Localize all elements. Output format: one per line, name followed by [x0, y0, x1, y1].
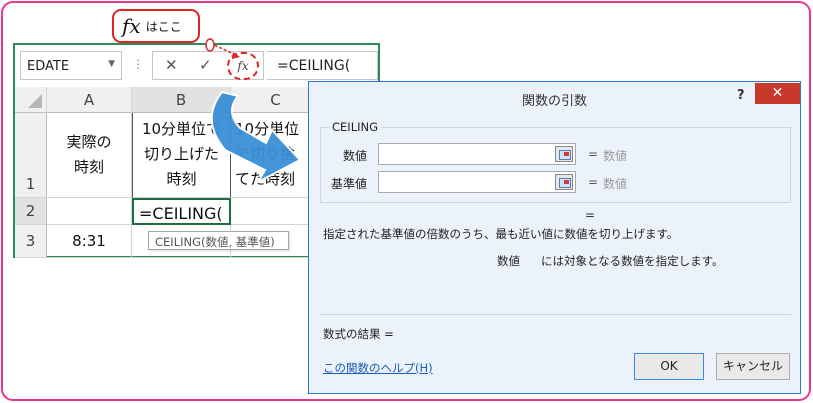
collapse-dialog-icon[interactable] — [555, 174, 573, 190]
dialog-title: 関数の引数 — [521, 94, 587, 109]
cell-b2-active[interactable]: =CEILING( — [132, 198, 231, 225]
function-help-link[interactable]: この関数のヘルプ(H) — [323, 360, 433, 376]
chevron-down-icon[interactable]: ▼ — [108, 59, 115, 69]
function-result-eq: = — [585, 208, 596, 222]
function-description: 指定された基準値の倍数のうち、最も近い値に数値を切り上げます。 — [323, 227, 679, 241]
formula-result: 数式の結果 = — [323, 327, 394, 341]
name-box[interactable]: EDATE ▼ — [20, 51, 122, 80]
arguments-group: CEILING 数値 = 数値 基準値 = 数値 — [320, 120, 791, 203]
splitter-dots-icon[interactable]: ⋮ — [132, 57, 144, 71]
close-icon[interactable]: ✕ — [755, 83, 800, 104]
arg-input-significance[interactable] — [378, 171, 576, 193]
arg-input-number[interactable] — [378, 143, 576, 165]
arg-label-significance: 基準値 — [331, 177, 368, 191]
arg-description-name: 数値 — [497, 254, 520, 268]
arg-eq-significance: = — [588, 175, 599, 189]
row-header-2[interactable]: 2 — [15, 198, 47, 225]
fx-icon: fx — [122, 14, 141, 38]
callout-text: はここ — [145, 19, 182, 34]
arg-hint-number: 数値 — [603, 149, 628, 163]
divider — [320, 314, 791, 315]
cell-b1[interactable]: 10分単位で 切り上げた 時刻 — [132, 113, 231, 198]
callout-fx-here: fx はここ — [112, 9, 200, 43]
enter-check-icon[interactable]: ✓ — [199, 56, 212, 74]
formula-input[interactable]: =CEILING( — [267, 51, 378, 80]
ok-button[interactable]: OK — [634, 353, 704, 380]
cell-a2[interactable] — [47, 198, 132, 225]
column-header-b[interactable]: B — [132, 87, 231, 113]
function-tooltip[interactable]: CEILING(数値, 基準値) — [148, 231, 289, 250]
collapse-dialog-icon[interactable] — [555, 146, 573, 162]
cancel-button[interactable]: キャンセル — [716, 353, 790, 380]
arg-hint-significance: 数値 — [603, 177, 628, 191]
name-box-value: EDATE — [27, 59, 70, 74]
cell-a1[interactable]: 実際の 時刻 — [47, 113, 132, 198]
function-name: CEILING — [329, 120, 381, 134]
cancel-entry-icon[interactable]: ✕ — [165, 56, 178, 74]
cell-a3[interactable]: 8:31 — [47, 225, 132, 258]
arg-eq-number: = — [588, 147, 599, 161]
help-icon[interactable]: ? — [737, 88, 745, 103]
row-header-3[interactable]: 3 — [15, 225, 47, 258]
function-arguments-dialog: 関数の引数 ? ✕ CEILING 数値 = 数値 基準値 = 数値 = 指定さ… — [308, 81, 801, 394]
column-header-a[interactable]: A — [47, 87, 132, 113]
arg-label-number: 数値 — [343, 149, 368, 163]
formula-bar-buttons: ✕ ✓ fx — [152, 51, 264, 80]
arg-description-text: には対象となる数値を指定します。 — [541, 254, 724, 268]
select-all-corner[interactable] — [15, 87, 47, 113]
row-header-1[interactable]: 1 — [15, 113, 47, 198]
insert-function-icon[interactable]: fx — [227, 52, 259, 80]
dialog-titlebar[interactable]: 関数の引数 ? ✕ — [309, 82, 800, 114]
